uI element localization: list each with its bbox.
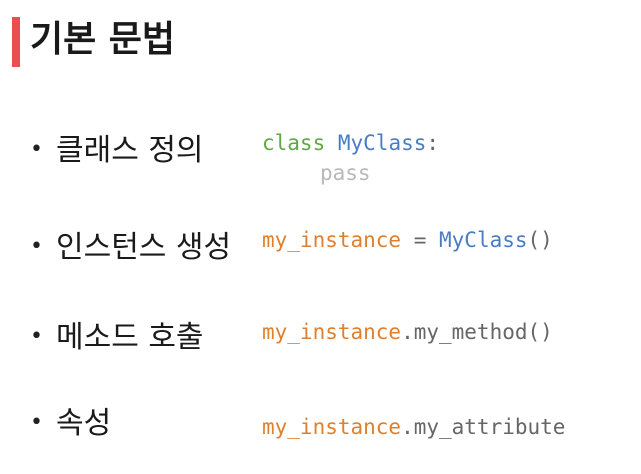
code-class-name: MyClass [439, 228, 528, 252]
title-accent-bar [12, 17, 20, 67]
code-call-parens: () [527, 228, 553, 252]
code-variable: my_instance [262, 228, 402, 252]
bullet-label: 인스턴스 생성 [56, 230, 232, 265]
code-line-pass: pass [320, 161, 371, 185]
code-class-name: MyClass [337, 131, 427, 155]
slide: 기본 문법 • 클래스 정의 class MyClass: pass • 인스턴… [0, 0, 641, 474]
code-colon: : [426, 131, 440, 155]
code-operator: = [401, 228, 440, 252]
code-attribute: .my_attribute [401, 415, 566, 439]
code-line-instance: my_instance = MyClass() [262, 228, 553, 252]
bullet-label: 속성 [56, 406, 112, 441]
code-method: .my_method() [401, 320, 553, 344]
code-line-class-declaration: class MyClass: [262, 131, 439, 155]
bullet-label: 메소드 호출 [56, 320, 204, 355]
bullet-label: 클래스 정의 [56, 133, 204, 168]
bullet-dot: • [30, 410, 43, 435]
bullet-dot: • [30, 137, 43, 162]
code-keyword: class [262, 131, 326, 155]
code-line-method-call: my_instance.my_method() [262, 320, 553, 344]
slide-title: 기본 문법 [30, 19, 176, 60]
code-variable: my_instance [262, 320, 402, 344]
bullet-dot: • [30, 234, 43, 259]
bullet-dot: • [30, 324, 43, 349]
code-line-attribute: my_instance.my_attribute [262, 415, 565, 439]
code-variable: my_instance [262, 415, 402, 439]
